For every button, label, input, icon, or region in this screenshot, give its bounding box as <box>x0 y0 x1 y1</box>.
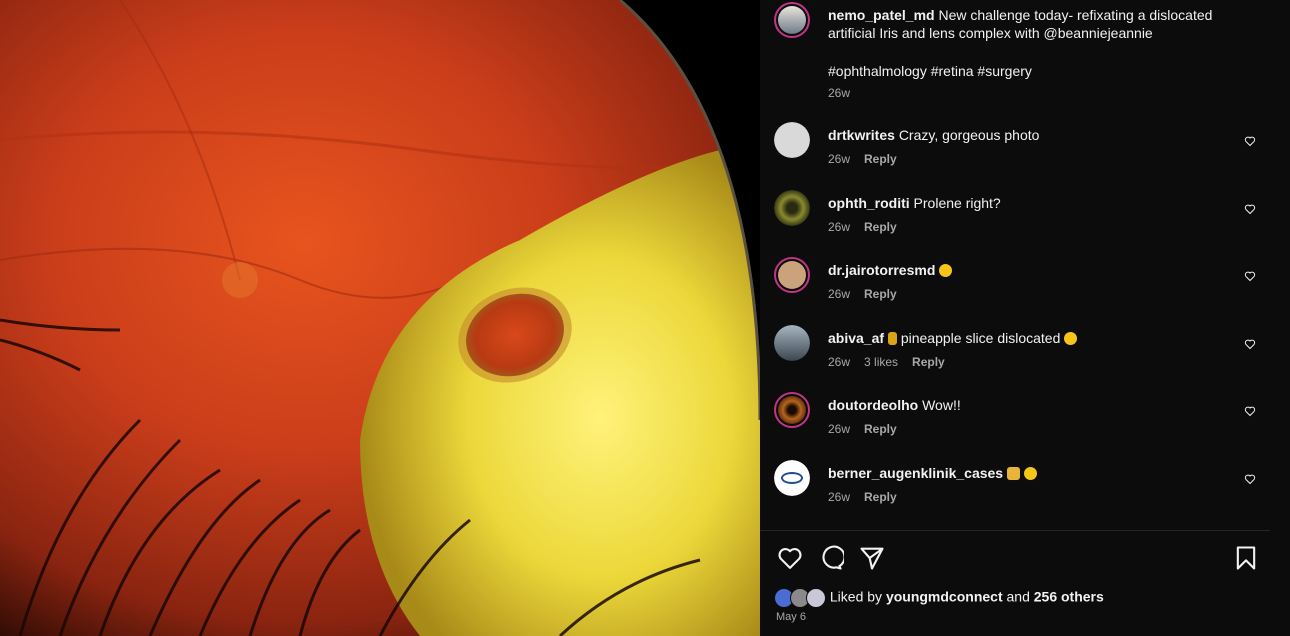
commenter-avatar[interactable] <box>774 257 810 293</box>
comment-time: 26w <box>828 355 851 369</box>
heart-icon[interactable] <box>1244 405 1256 417</box>
bookmark-icon[interactable] <box>1232 544 1260 572</box>
comment-username[interactable]: drtkwrites <box>828 127 895 143</box>
heart-icon[interactable] <box>1244 135 1256 147</box>
post-date: May 6 <box>776 611 806 623</box>
liker-avatars <box>774 588 826 608</box>
action-bar <box>774 544 1260 574</box>
commenter-avatar[interactable] <box>774 190 810 226</box>
likes-summary[interactable]: Liked by youngmdconnect and 256 others <box>774 588 1104 608</box>
commenter-avatar[interactable] <box>774 325 810 361</box>
divider <box>760 530 1270 531</box>
comment-username[interactable]: abiva_af <box>828 330 884 346</box>
caption-timestamp: 26w <box>828 86 851 100</box>
clap-emoji-icon <box>1007 467 1020 480</box>
comment-username[interactable]: berner_augenklinik_cases <box>828 465 1003 481</box>
comment-likes[interactable]: 3 likes <box>864 355 898 369</box>
share-icon[interactable] <box>858 544 886 572</box>
heart-icon[interactable] <box>776 544 804 572</box>
comment-username[interactable]: doutordeolho <box>828 397 918 413</box>
comment-body: pineapple slice dislocated <box>900 330 1061 346</box>
comment-icon[interactable] <box>816 544 844 572</box>
author-avatar[interactable] <box>774 2 810 38</box>
reply-button[interactable]: Reply <box>864 422 897 436</box>
comments-panel: nemo_patel_md New challenge today- refix… <box>760 0 1290 636</box>
comment-text: abiva_af pineapple slice dislocated <box>828 329 1250 347</box>
comment-time: 26w <box>828 220 851 234</box>
heart-icon[interactable] <box>1244 203 1256 215</box>
comment-time: 26w <box>828 287 851 301</box>
reply-button[interactable]: Reply <box>912 355 945 369</box>
pineapple-emoji-icon <box>887 332 897 345</box>
liked-by-and: and <box>1006 588 1030 605</box>
comment-body: Prolene right? <box>913 195 1001 211</box>
heart-icon[interactable] <box>1244 270 1256 282</box>
comment-username[interactable]: dr.jairotorresmd <box>828 262 935 278</box>
reply-button[interactable]: Reply <box>864 490 897 504</box>
liked-by-others[interactable]: 256 others <box>1034 589 1104 605</box>
comment-text: doutordeolho Wow!! <box>828 396 1250 414</box>
post-image[interactable] <box>0 0 760 636</box>
caption-time: 26w <box>828 86 864 100</box>
wow-emoji-icon <box>1064 332 1078 345</box>
liker-avatar <box>806 588 826 608</box>
heart-icon[interactable] <box>1244 338 1256 350</box>
smile-emoji-icon <box>939 264 953 277</box>
reply-button[interactable]: Reply <box>864 152 897 166</box>
commenter-avatar[interactable] <box>774 392 810 428</box>
commenter-avatar[interactable] <box>774 460 810 496</box>
comment-text: drtkwrites Crazy, gorgeous photo <box>828 126 1250 144</box>
author-username[interactable]: nemo_patel_md <box>828 7 935 23</box>
commenter-avatar[interactable] <box>774 122 810 158</box>
comment-time: 26w <box>828 152 851 166</box>
reply-button[interactable]: Reply <box>864 220 897 234</box>
caption-text: nemo_patel_md New challenge today- refix… <box>828 6 1250 42</box>
comment-username[interactable]: ophth_roditi <box>828 195 910 211</box>
wow-emoji-icon <box>1023 467 1037 480</box>
comment-text: dr.jairotorresmd <box>828 261 1250 279</box>
liked-by-user[interactable]: youngmdconnect <box>886 589 1003 605</box>
comment-body: Crazy, gorgeous photo <box>898 127 1040 143</box>
liked-by-label: Liked by <box>829 588 883 605</box>
heart-icon[interactable] <box>1244 473 1256 485</box>
reply-button[interactable]: Reply <box>864 287 897 301</box>
fundus-photo <box>0 0 760 636</box>
comment-text: berner_augenklinik_cases <box>828 464 1250 482</box>
comment-time: 26w <box>828 422 851 436</box>
caption-hashtags[interactable]: #ophthalmology #retina #surgery <box>828 62 1250 80</box>
comment-body: Wow!! <box>922 397 961 413</box>
comment-text: ophth_roditi Prolene right? <box>828 194 1250 212</box>
comment-time: 26w <box>828 490 851 504</box>
